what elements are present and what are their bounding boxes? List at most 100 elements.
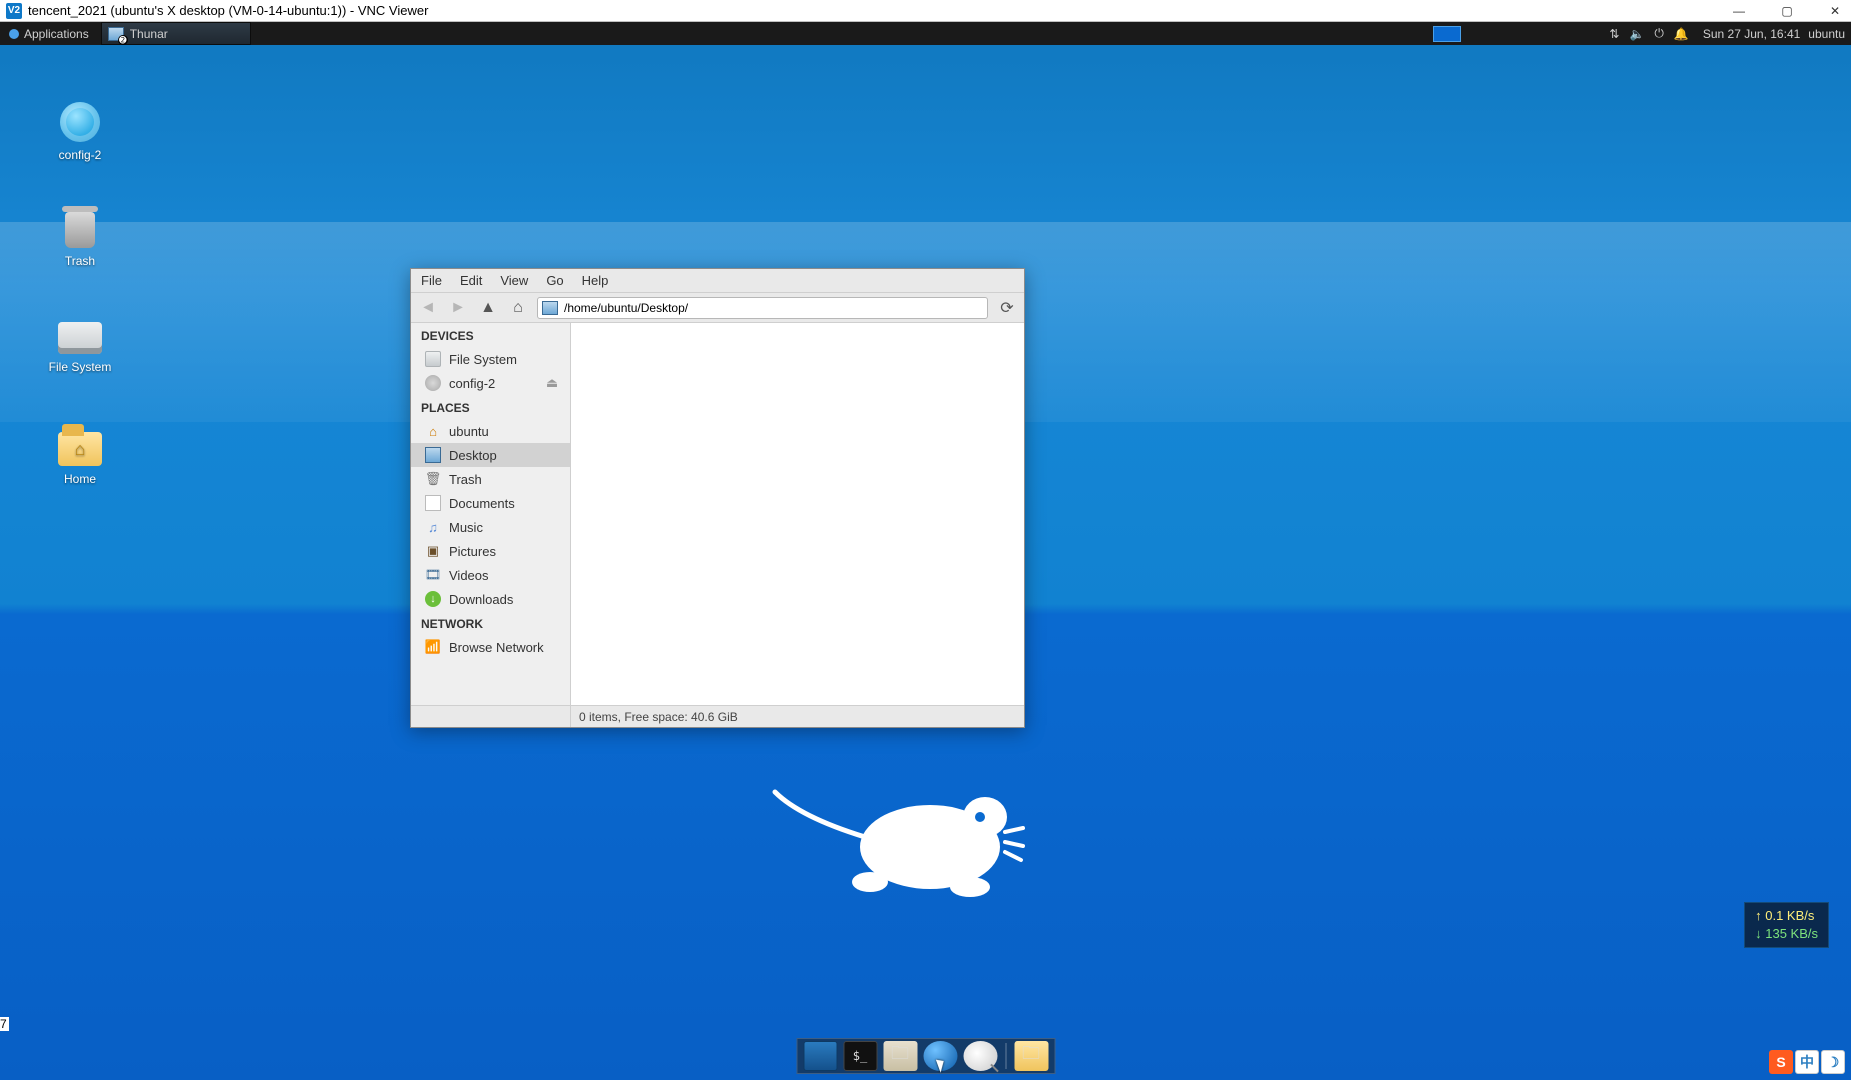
- desktop-icon-config2[interactable]: config-2: [32, 102, 128, 162]
- ime-sogou-button[interactable]: S: [1769, 1050, 1793, 1074]
- nav-forward-button[interactable]: ►: [447, 297, 469, 319]
- trash-icon: 🗑: [425, 471, 441, 487]
- sidebar-item-desktop[interactable]: Desktop: [411, 443, 570, 467]
- notifications-tray-icon[interactable]: 🔔: [1674, 27, 1689, 41]
- sidebar-item-home[interactable]: ⌂ ubuntu: [411, 419, 570, 443]
- sidebar-item-music[interactable]: ♫ Music: [411, 515, 570, 539]
- thunar-toolbar: ◄ ► ▲ ⌂ ⟳: [411, 293, 1024, 323]
- netspeed-down: ↓ 135 KB/s: [1755, 925, 1818, 943]
- sidebar-item-label: Videos: [449, 568, 489, 583]
- window-maximize-button[interactable]: ▢: [1777, 4, 1797, 18]
- drive-icon: [58, 322, 102, 354]
- system-tray: ⇅ 🔈 ⏻ 🔔: [1601, 22, 1696, 45]
- window-minimize-button[interactable]: —: [1729, 4, 1749, 18]
- network-tray-icon[interactable]: ⇅: [1609, 27, 1619, 41]
- sidebar-item-documents[interactable]: Documents: [411, 491, 570, 515]
- ime-mode-button[interactable]: ☽: [1821, 1050, 1845, 1074]
- dock-show-desktop[interactable]: [803, 1041, 837, 1071]
- videos-icon: 🎞: [425, 567, 441, 583]
- xfce-dock: $_ 🗀 🗀: [796, 1038, 1055, 1074]
- sidebar-item-label: Music: [449, 520, 483, 535]
- eject-icon[interactable]: ⏏: [544, 375, 560, 391]
- music-icon: ♫: [425, 519, 441, 535]
- sidebar-item-label: config-2: [449, 376, 495, 391]
- desktop-icon-label: Home: [32, 472, 128, 486]
- sidebar-item-downloads[interactable]: Downloads: [411, 587, 570, 611]
- reload-button[interactable]: ⟳: [996, 297, 1018, 319]
- desktop-icon-trash[interactable]: Trash: [32, 212, 128, 268]
- dock-terminal[interactable]: $_: [843, 1041, 877, 1071]
- desktop-icon-filesystem[interactable]: File System: [32, 322, 128, 374]
- applications-menu-label: Applications: [24, 27, 89, 41]
- sidebar-section-places: PLACES: [411, 395, 570, 419]
- thunar-menubar: File Edit View Go Help: [411, 269, 1024, 293]
- menu-edit[interactable]: Edit: [460, 273, 482, 288]
- sidebar-item-label: Desktop: [449, 448, 497, 463]
- downloads-icon: [425, 591, 441, 607]
- sidebar-item-label: Browse Network: [449, 640, 544, 655]
- xfce-logo-icon: [8, 28, 20, 40]
- menu-help[interactable]: Help: [582, 273, 609, 288]
- sidebar-item-label: File System: [449, 352, 517, 367]
- vnc-app-icon: V2: [6, 3, 22, 19]
- home-folder-icon: [58, 432, 102, 466]
- menu-go[interactable]: Go: [546, 273, 563, 288]
- sidebar-item-label: ubuntu: [449, 424, 489, 439]
- dock-file-manager[interactable]: 🗀: [883, 1041, 917, 1071]
- statusbar-text: 0 items, Free space: 40.6 GiB: [571, 710, 746, 724]
- volume-tray-icon[interactable]: 🔈: [1629, 27, 1644, 41]
- vnc-titlebar[interactable]: V2 tencent_2021 (ubuntu's X desktop (VM-…: [0, 0, 1851, 22]
- dock-separator: [1005, 1043, 1006, 1069]
- sidebar-item-label: Downloads: [449, 592, 513, 607]
- thunar-window[interactable]: File Edit View Go Help ◄ ► ▲ ⌂ ⟳ DEVICES…: [410, 268, 1025, 728]
- nav-back-button[interactable]: ◄: [417, 297, 439, 319]
- location-folder-icon: [542, 301, 558, 315]
- desktop-icon-label: Trash: [32, 254, 128, 268]
- page-number-artifact: 7: [0, 1017, 9, 1031]
- netspeed-overlay: ↑ 0.1 KB/s ↓ 135 KB/s: [1744, 902, 1829, 948]
- taskbar-button-label: Thunar: [130, 27, 168, 41]
- dock-home-folder[interactable]: 🗀: [1014, 1041, 1048, 1071]
- menu-file[interactable]: File: [421, 273, 442, 288]
- window-close-button[interactable]: ✕: [1825, 4, 1845, 18]
- sidebar-item-browse-network[interactable]: 📶 Browse Network: [411, 635, 570, 659]
- sidebar-section-devices: DEVICES: [411, 323, 570, 347]
- sidebar-item-trash[interactable]: 🗑 Trash: [411, 467, 570, 491]
- sidebar-item-label: Trash: [449, 472, 482, 487]
- nav-up-button[interactable]: ▲: [477, 297, 499, 319]
- network-icon: 📶: [425, 639, 441, 655]
- ime-language-button[interactable]: 中: [1795, 1050, 1819, 1074]
- workspace-switcher[interactable]: [1433, 26, 1461, 42]
- netspeed-up: ↑ 0.1 KB/s: [1755, 907, 1818, 925]
- home-icon: ⌂: [425, 423, 441, 439]
- taskbar-button-thunar[interactable]: Thunar: [101, 22, 251, 45]
- disc-icon: [425, 375, 441, 391]
- location-input[interactable]: [564, 301, 983, 315]
- thunar-file-view[interactable]: [571, 323, 1024, 705]
- desktop-icon-label: config-2: [32, 148, 128, 162]
- panel-clock[interactable]: Sun 27 Jun, 16:41: [1697, 27, 1806, 41]
- sidebar-item-videos[interactable]: 🎞 Videos: [411, 563, 570, 587]
- menu-view[interactable]: View: [500, 273, 528, 288]
- applications-menu-button[interactable]: Applications: [0, 22, 97, 45]
- sidebar-item-pictures[interactable]: ▣ Pictures: [411, 539, 570, 563]
- document-icon: [425, 495, 441, 511]
- panel-hostname[interactable]: ubuntu: [1806, 27, 1851, 41]
- dock-web-browser[interactable]: [923, 1041, 957, 1071]
- sidebar-item-config2[interactable]: config-2 ⏏: [411, 371, 570, 395]
- location-bar[interactable]: [537, 297, 988, 319]
- thunar-task-icon: [108, 27, 124, 41]
- power-tray-icon[interactable]: ⏻: [1654, 26, 1664, 41]
- desktop-icon-label: File System: [32, 360, 128, 374]
- disc-icon: [60, 102, 100, 142]
- sidebar-section-network: NETWORK: [411, 611, 570, 635]
- pictures-icon: ▣: [425, 543, 441, 559]
- trash-icon: [65, 212, 95, 248]
- vnc-window-title: tencent_2021 (ubuntu's X desktop (VM-0-1…: [28, 3, 428, 18]
- thunar-sidebar: DEVICES File System config-2 ⏏ PLACES ⌂ …: [411, 323, 571, 705]
- sidebar-item-label: Pictures: [449, 544, 496, 559]
- sidebar-item-filesystem[interactable]: File System: [411, 347, 570, 371]
- dock-app-finder[interactable]: [963, 1041, 997, 1071]
- desktop-icon-home[interactable]: Home: [32, 432, 128, 486]
- nav-home-button[interactable]: ⌂: [507, 297, 529, 319]
